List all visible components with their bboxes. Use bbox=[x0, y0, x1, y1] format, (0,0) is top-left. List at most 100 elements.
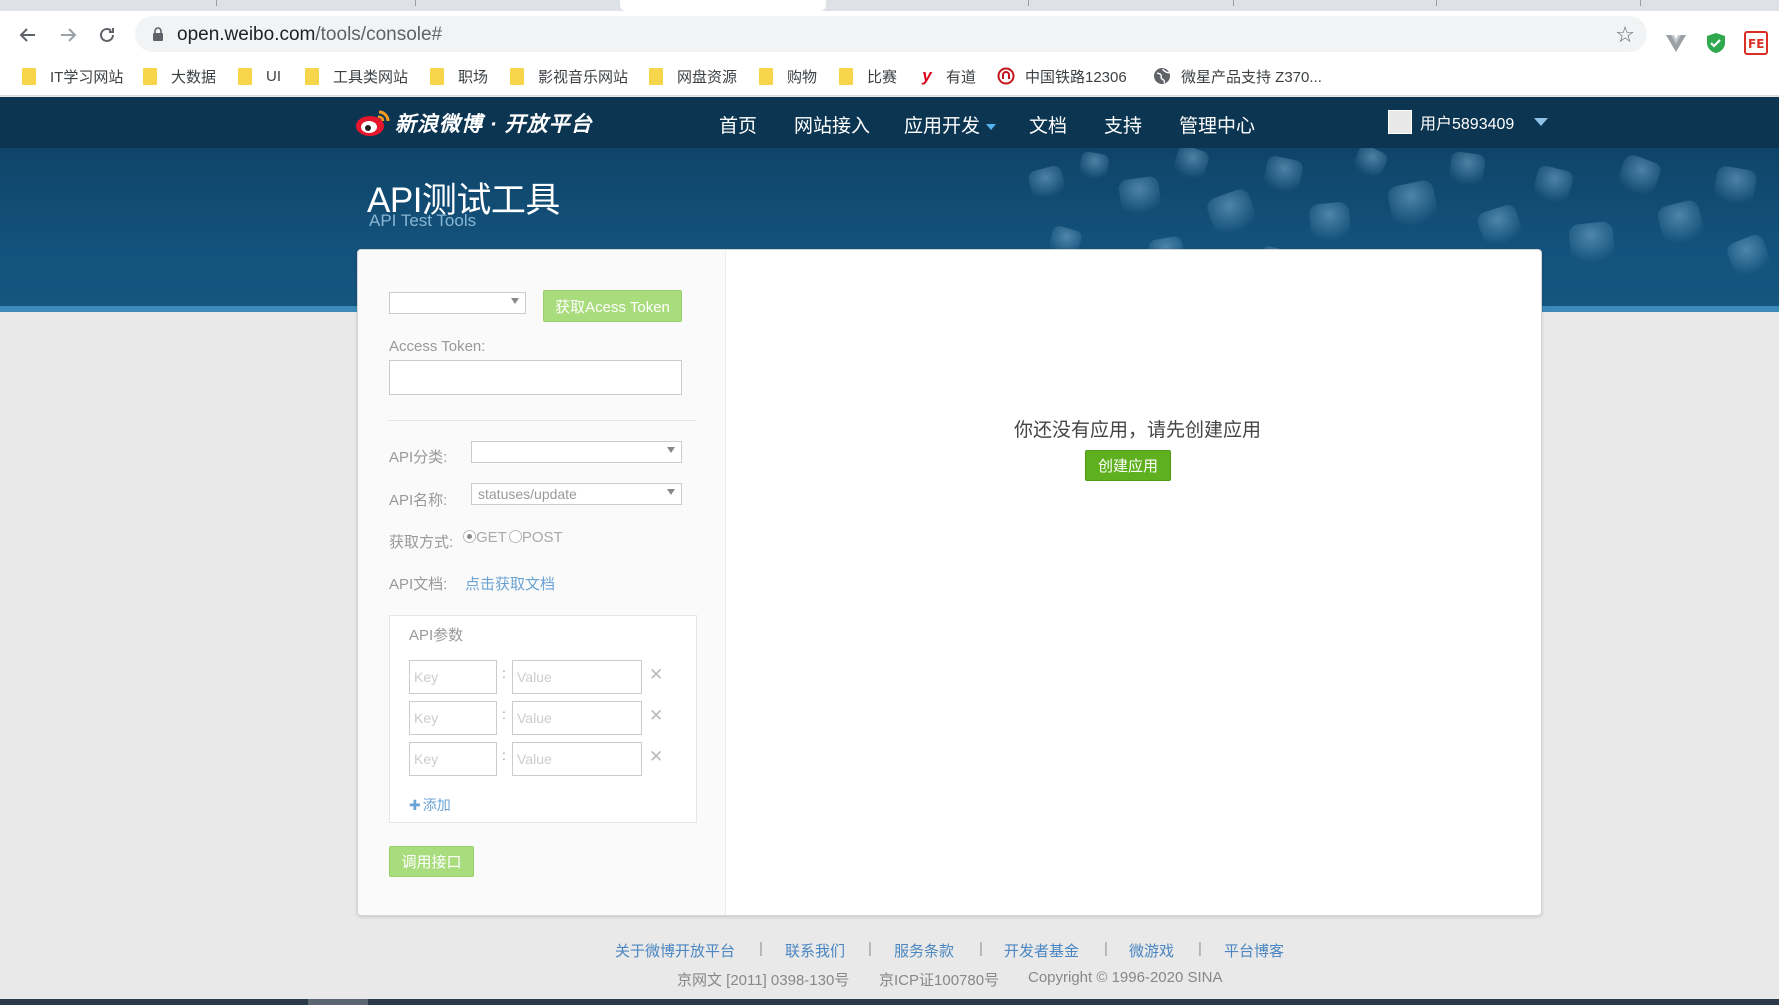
folder-icon bbox=[305, 67, 319, 85]
chevron-down-icon bbox=[667, 447, 675, 453]
method-label: 获取方式: bbox=[389, 534, 454, 551]
nav-app-development[interactable]: 应用开发 bbox=[904, 111, 997, 138]
folder-icon bbox=[649, 67, 663, 85]
horizontal-scrollbar[interactable] bbox=[0, 999, 1779, 1005]
site-header: 新浪微博 · 开放平台 首页 网站接入 应用开发 文档 支持 管理中心 用户58… bbox=[0, 97, 1779, 148]
avatar bbox=[1388, 110, 1412, 134]
bookmark-item[interactable]: 比赛 bbox=[839, 64, 897, 88]
add-param-button[interactable]: ✚ 添加 bbox=[409, 795, 451, 815]
lock-icon bbox=[153, 27, 163, 41]
footer-separator: | bbox=[1198, 940, 1202, 957]
back-button[interactable] bbox=[14, 21, 42, 49]
api-category-select[interactable] bbox=[471, 441, 682, 463]
tab-separator bbox=[1640, 0, 1641, 6]
api-params-box: API参数 Key : Value ✕ Key : Value ✕ Key : … bbox=[389, 615, 697, 823]
footer-link-terms[interactable]: 服务条款 bbox=[894, 940, 954, 960]
folder-icon bbox=[143, 67, 157, 85]
forward-button[interactable] bbox=[54, 21, 82, 49]
param-key-input[interactable]: Key bbox=[409, 742, 497, 776]
param-value-input[interactable]: Value bbox=[512, 660, 642, 694]
reload-button[interactable] bbox=[93, 21, 121, 49]
create-app-button[interactable]: 创建应用 bbox=[1085, 450, 1171, 481]
console-card: 获取Acess Token Access Token: API分类: API名称… bbox=[357, 249, 1542, 916]
param-key-input[interactable]: Key bbox=[409, 701, 497, 735]
url-text: open.weibo.com/tools/console# bbox=[177, 24, 443, 45]
railway-icon bbox=[997, 67, 1015, 85]
method-post-radio[interactable] bbox=[508, 530, 522, 543]
call-api-button[interactable]: 调用接口 bbox=[389, 846, 474, 877]
footer-link-about[interactable]: 关于微博开放平台 bbox=[615, 940, 735, 960]
forward-arrow-icon bbox=[61, 28, 77, 42]
close-icon[interactable]: ✕ bbox=[649, 747, 663, 767]
api-doc-label: API文档: bbox=[389, 576, 448, 593]
colon-separator: : bbox=[502, 706, 506, 722]
api-request-panel: 获取Acess Token Access Token: API分类: API名称… bbox=[358, 250, 726, 915]
method-get-radio[interactable] bbox=[463, 530, 476, 543]
close-icon[interactable]: ✕ bbox=[649, 665, 663, 685]
nav-docs[interactable]: 文档 bbox=[1029, 111, 1067, 138]
address-bar[interactable]: open.weibo.com/tools/console# ☆ bbox=[135, 16, 1647, 52]
bookmark-item[interactable]: 大数据 bbox=[143, 64, 216, 88]
browser-toolbar: open.weibo.com/tools/console# ☆ FE bbox=[0, 11, 1779, 56]
footer-separator: | bbox=[759, 940, 763, 957]
param-value-input[interactable]: Value bbox=[512, 742, 642, 776]
api-name-value: statuses/update bbox=[478, 486, 577, 502]
browser-tab-strip bbox=[0, 0, 1779, 11]
bookmark-item[interactable]: 影视音乐网站 bbox=[510, 64, 628, 88]
user-menu[interactable]: 用户5893409 bbox=[1388, 110, 1549, 134]
bookmark-item[interactable]: 购物 bbox=[759, 64, 817, 88]
nav-management-center[interactable]: 管理中心 bbox=[1179, 111, 1255, 138]
vue-devtools-icon[interactable] bbox=[1664, 31, 1688, 55]
access-token-label: Access Token: bbox=[389, 338, 486, 355]
dropdown-caret-icon bbox=[986, 123, 997, 130]
bookmark-star-icon[interactable]: ☆ bbox=[1615, 22, 1635, 48]
nav-website-access[interactable]: 网站接入 bbox=[794, 111, 870, 138]
shield-extension-icon[interactable] bbox=[1704, 31, 1728, 55]
method-options: GET POST bbox=[463, 529, 563, 546]
footer-separator: | bbox=[1104, 940, 1108, 957]
bookmark-item[interactable]: 网盘资源 bbox=[649, 64, 737, 88]
folder-icon bbox=[430, 67, 444, 85]
plus-icon: ✚ bbox=[409, 797, 421, 813]
empty-state-message: 你还没有应用，请先创建应用 bbox=[1014, 420, 1262, 441]
active-browser-tab[interactable] bbox=[620, 0, 826, 11]
youdao-icon: y bbox=[922, 66, 932, 85]
weibo-logo[interactable]: 新浪微博 · 开放平台 bbox=[355, 109, 593, 137]
param-key-input[interactable]: Key bbox=[409, 660, 497, 694]
access-token-input[interactable] bbox=[389, 360, 682, 395]
close-icon[interactable]: ✕ bbox=[649, 706, 663, 726]
api-doc-link[interactable]: 点击获取文档 bbox=[465, 573, 555, 594]
footer-copyright: Copyright © 1996-2020 SINA bbox=[1028, 969, 1223, 986]
app-select[interactable] bbox=[389, 292, 526, 314]
folder-icon bbox=[22, 67, 36, 85]
bookmark-item[interactable]: 中国铁路12306 bbox=[997, 64, 1127, 88]
footer-link-blog[interactable]: 平台博客 bbox=[1224, 940, 1284, 960]
footer-link-contact[interactable]: 联系我们 bbox=[785, 940, 845, 960]
bookmark-item[interactable]: UI bbox=[238, 64, 281, 88]
api-name-select[interactable]: statuses/update bbox=[471, 483, 682, 505]
bookmark-item[interactable]: 微星产品支持 Z370... bbox=[1153, 64, 1322, 88]
bookmark-item[interactable]: y 有道 bbox=[918, 64, 976, 88]
param-row: Key : Value ✕ bbox=[409, 701, 679, 735]
fe-helper-icon[interactable]: FE bbox=[1744, 31, 1768, 55]
back-arrow-icon bbox=[19, 28, 35, 42]
nav-home[interactable]: 首页 bbox=[719, 111, 757, 138]
api-name-label: API名称: bbox=[389, 492, 448, 509]
footer-link-fund[interactable]: 开发者基金 bbox=[1004, 940, 1079, 960]
footer-link-games[interactable]: 微游戏 bbox=[1129, 940, 1174, 960]
chevron-down-icon bbox=[511, 298, 519, 304]
colon-separator: : bbox=[502, 665, 506, 681]
param-value-input[interactable]: Value bbox=[512, 701, 642, 735]
globe-icon bbox=[1153, 67, 1171, 85]
svg-text:FE: FE bbox=[1748, 37, 1764, 51]
bookmark-item[interactable]: 工具类网站 bbox=[305, 64, 408, 88]
tab-separator bbox=[415, 0, 416, 6]
footer-license-1: 京网文 [2011] 0398-130号 bbox=[677, 972, 850, 989]
bookmark-item[interactable]: 职场 bbox=[430, 64, 488, 88]
get-access-token-button[interactable]: 获取Acess Token bbox=[543, 290, 682, 322]
nav-support[interactable]: 支持 bbox=[1104, 111, 1142, 138]
bookmark-item[interactable]: IT学习网站 bbox=[22, 64, 123, 88]
api-params-title: API参数 bbox=[409, 627, 464, 644]
reload-icon bbox=[100, 27, 114, 42]
scrollbar-thumb[interactable] bbox=[308, 999, 368, 1005]
